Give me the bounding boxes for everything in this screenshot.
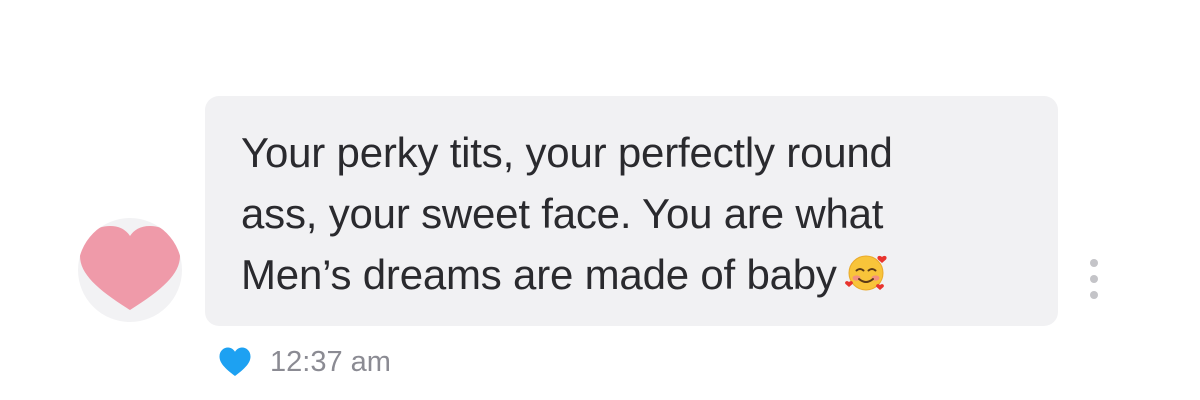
- message-line-2: ass, your sweet face. You are what: [241, 190, 884, 237]
- avatar[interactable]: [78, 218, 182, 322]
- message-line-3: Men’s dreams are made of baby: [241, 251, 837, 298]
- options-dot: [1090, 291, 1098, 299]
- smiling-face-with-hearts-icon: [844, 255, 887, 291]
- message-text: Your perky tits, your perfectly round as…: [241, 122, 1018, 305]
- message-timestamp: 12:37 am: [270, 346, 391, 378]
- message-meta: 12:37 am: [218, 344, 391, 380]
- options-dot: [1090, 275, 1098, 283]
- heart-avatar-icon: [80, 226, 180, 310]
- chat-screen: Your perky tits, your perfectly round as…: [0, 0, 1200, 400]
- message-bubble[interactable]: Your perky tits, your perfectly round as…: [205, 96, 1058, 326]
- more-options-icon[interactable]: [1086, 259, 1102, 299]
- heart-icon[interactable]: [218, 345, 252, 379]
- options-dot: [1090, 259, 1098, 267]
- message-line-1: Your perky tits, your perfectly round: [241, 129, 893, 176]
